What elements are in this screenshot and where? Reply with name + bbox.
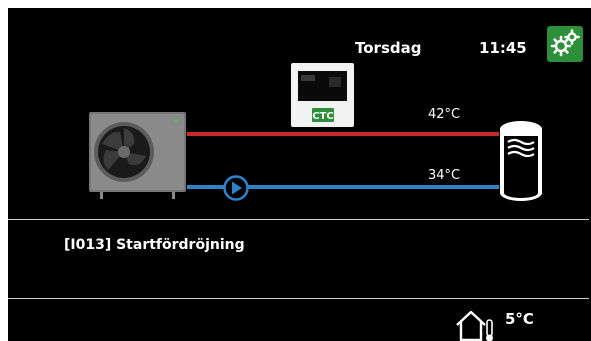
circulation-pump-icon	[223, 175, 249, 201]
supply-temperature: 42°C	[428, 107, 461, 122]
weekday-label: Torsdag	[355, 39, 422, 57]
settings-button[interactable]	[547, 26, 583, 62]
supply-pipe	[187, 132, 499, 136]
alarm-message-text: [I013] Startfördröjning	[64, 237, 245, 253]
house-thermometer-icon	[456, 310, 493, 341]
display-brand-text: CTC	[312, 111, 334, 122]
control-display-icon: CTC	[291, 63, 354, 127]
clock-time: 11:45	[479, 39, 527, 57]
gears-icon	[550, 29, 580, 57]
outdoor-temperature: 5°C	[505, 310, 534, 328]
return-temperature: 34°C	[428, 168, 461, 183]
storage-tank-icon	[500, 121, 542, 201]
hmi-screen: Torsdag 11:45 CTC 42°C 34°C [I013] Start…	[8, 8, 591, 341]
alarm-message-panel[interactable]: [I013] Startfördröjning	[8, 219, 589, 299]
heat-pump-unit-icon	[89, 112, 186, 199]
